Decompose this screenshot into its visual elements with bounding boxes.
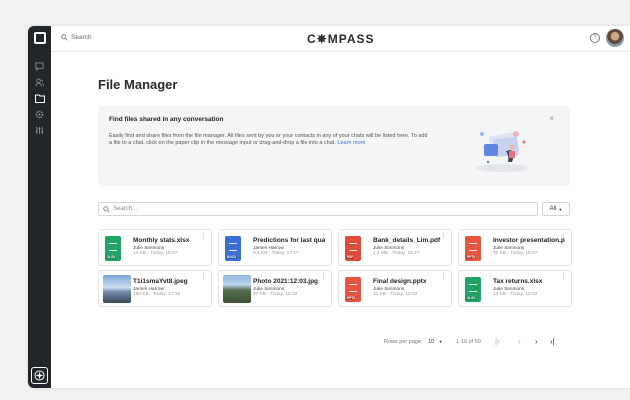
file-search-input[interactable]: Search... — [98, 202, 538, 216]
next-page-icon[interactable]: › — [535, 337, 538, 346]
rows-per-page-value: 10 — [428, 339, 435, 345]
image-thumbnail — [223, 275, 251, 303]
file-icon: PPTX — [465, 236, 481, 261]
file-card[interactable]: T1i1smaYvt8.jpeg James Harrow 150 KB · T… — [98, 270, 212, 307]
file-card[interactable]: Photo 2021:12:03.jpg Julie Simmons 97 KB… — [218, 270, 332, 307]
more-options-icon[interactable]: ⋮ — [560, 233, 567, 240]
search-icon — [103, 205, 110, 213]
banner-body: Easily find and share files from the fil… — [109, 133, 428, 146]
more-options-icon[interactable]: ⋮ — [320, 274, 327, 281]
banner-text: Easily find and share files from the fil… — [109, 133, 429, 147]
chat-icon[interactable] — [33, 60, 46, 73]
prev-page-icon[interactable]: ‹ — [518, 337, 521, 346]
page-range: 1-10 of 50 — [456, 339, 481, 345]
more-options-icon[interactable]: ⋮ — [200, 274, 207, 281]
learn-more-link[interactable]: Learn more — [337, 140, 365, 146]
file-card[interactable]: XLSX Tax returns.xlsx Julie Simmons 14 K… — [458, 270, 572, 307]
file-meta: 14 KB · Today, 15:27 — [133, 251, 178, 256]
file-card[interactable]: PPTX Investor presentation.pptx Julie Si… — [458, 229, 572, 266]
filters-icon[interactable] — [33, 124, 46, 137]
close-icon[interactable]: × — [549, 114, 554, 123]
file-meta: 1.1 MB · Today, 15:27 — [373, 251, 420, 256]
more-options-icon[interactable]: ⋮ — [320, 233, 327, 240]
chevron-down-icon: ▼ — [558, 206, 563, 212]
file-card[interactable]: XLSX Monthly stats.xlsx Julie Simmons 14… — [98, 229, 212, 266]
rows-per-page-label: Rows per page: — [384, 339, 423, 345]
file-name: Monthly stats.xlsx — [133, 237, 190, 244]
file-meta: 9.1 KB · Today, 17:17 — [253, 251, 299, 256]
first-page-icon[interactable]: |‹ — [495, 337, 500, 346]
file-type-select-value: All — [549, 206, 557, 212]
banner-title: Find files shared in any conversation — [109, 116, 224, 123]
file-name: Bank_details_Lim.pdf — [373, 237, 441, 244]
file-card[interactable]: PDF Bank_details_Lim.pdf Julie Simmons 1… — [338, 229, 452, 266]
file-icon: PPTX — [345, 277, 361, 302]
files-illustration-icon — [477, 131, 529, 172]
file-meta: 97 KB · Today, 15:32 — [253, 292, 298, 297]
global-search-placeholder: Search — [71, 34, 92, 41]
file-name: Tax returns.xlsx — [493, 278, 543, 285]
more-options-icon[interactable]: ⋮ — [440, 274, 447, 281]
file-card[interactable]: DOCX Predictions for last quart James Ha… — [218, 229, 332, 266]
more-options-icon[interactable]: ⋮ — [560, 274, 567, 281]
chevron-down-icon: ▼ — [438, 339, 443, 344]
last-page-icon[interactable]: ›| — [550, 337, 555, 346]
file-card[interactable]: PPTX Final design.pptx Julie Simmons 31 … — [338, 270, 452, 307]
file-type-select[interactable]: All ▼ — [542, 202, 570, 216]
sidebar — [28, 26, 51, 388]
image-thumbnail — [103, 275, 131, 303]
search-icon — [61, 34, 68, 41]
file-name: Final design.pptx — [373, 278, 427, 285]
avatar[interactable] — [606, 29, 624, 47]
app-window: Search C✵MPASS ? File Manager Find files… — [28, 26, 630, 388]
folder-icon[interactable] — [33, 92, 46, 105]
file-meta: 14 KB · Today, 10:32 — [493, 292, 538, 297]
top-bar: Search C✵MPASS ? — [51, 26, 630, 52]
file-name: Photo 2021:12:03.jpg — [253, 278, 319, 285]
compass-logo-icon[interactable] — [31, 367, 48, 384]
file-name: Investor presentation.pptx — [493, 237, 565, 244]
compose-icon[interactable] — [34, 32, 46, 44]
more-options-icon[interactable]: ⋮ — [440, 233, 447, 240]
file-meta: 31 KB · Today, 10:32 — [373, 292, 418, 297]
file-name: T1i1smaYvt8.jpeg — [133, 278, 188, 285]
global-search[interactable]: Search — [61, 34, 92, 41]
file-search-placeholder: Search... — [113, 206, 138, 212]
file-meta: 150 KB · Today, 17:19 — [133, 292, 181, 297]
file-icon: XLSX — [105, 236, 121, 261]
contacts-icon[interactable] — [33, 76, 46, 89]
file-icon: XLSX — [465, 277, 481, 302]
file-meta: 31 KB · Today, 15:27 — [493, 251, 538, 256]
info-banner: Find files shared in any conversation Ea… — [98, 106, 570, 186]
more-options-icon[interactable]: ⋮ — [200, 233, 207, 240]
file-icon: PDF — [345, 236, 361, 261]
file-icon: DOCX — [225, 236, 241, 261]
app-logo: C✵MPASS — [307, 32, 375, 46]
rows-per-page-select[interactable]: 10 ▼ — [428, 339, 443, 345]
help-icon[interactable]: ? — [590, 33, 600, 43]
settings-icon[interactable] — [33, 108, 46, 121]
page-title: File Manager — [98, 77, 178, 92]
file-name: Predictions for last quart — [253, 237, 325, 244]
